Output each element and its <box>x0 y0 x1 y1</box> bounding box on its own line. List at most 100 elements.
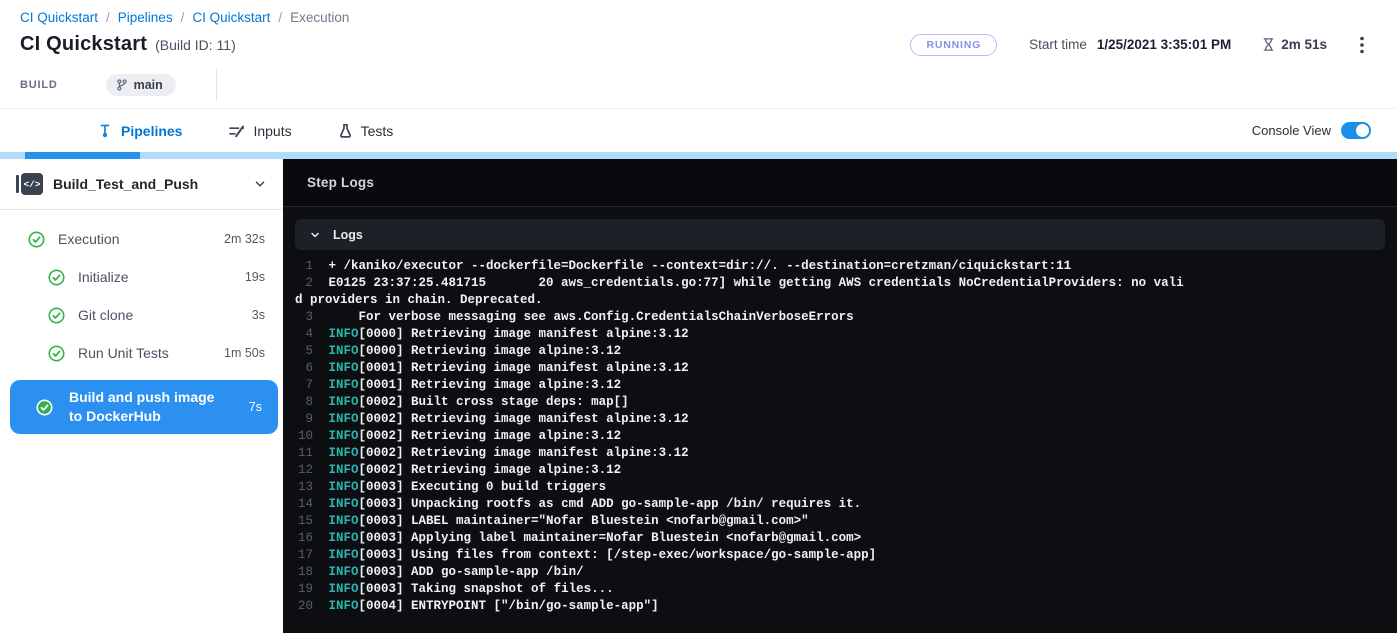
log-text: [0003] Unpacking rootfs as cmd ADD go-sa… <box>359 497 862 511</box>
success-check-icon <box>28 231 45 248</box>
log-line-number: 6 <box>295 360 313 377</box>
step-duration: 19s <box>245 270 283 284</box>
log-line-number: 12 <box>295 462 313 479</box>
log-line: 7 INFO[0001] Retrieving image alpine:3.1… <box>295 377 1385 394</box>
log-text: [0002] Built cross stage deps: map[] <box>359 395 629 409</box>
log-level-info: INFO <box>329 361 359 375</box>
stage-name: Build_Test_and_Push <box>53 176 198 192</box>
breadcrumb-execution: Execution <box>290 10 349 25</box>
build-label: BUILD <box>20 79 58 91</box>
log-line-number: 19 <box>295 581 313 598</box>
success-check-icon <box>48 269 65 286</box>
elapsed-duration: 2m 51s <box>1281 37 1327 52</box>
log-line-number: 20 <box>295 598 313 615</box>
console-log: 1 + /kaniko/executor --dockerfile=Docker… <box>295 258 1385 615</box>
duration-wrap: 2m 51s <box>1261 37 1327 52</box>
step-logs-title: Step Logs <box>307 175 374 190</box>
step-label: Build and push image to DockerHub <box>69 388 227 426</box>
log-text: [0003] Taking snapshot of files... <box>359 582 614 596</box>
log-level-info: INFO <box>329 344 359 358</box>
log-text: [0001] Retrieving image alpine:3.12 <box>359 378 622 392</box>
kebab-menu-icon[interactable] <box>1351 34 1373 56</box>
tab-tests[interactable]: Tests <box>338 123 394 139</box>
title-row: CI Quickstart (Build ID: 11) RUNNING Sta… <box>20 33 1377 56</box>
step-label: Git clone <box>78 307 133 323</box>
log-level-info: INFO <box>329 429 359 443</box>
tab-inputs[interactable]: Inputs <box>228 123 291 139</box>
log-text: [0002] Retrieving image manifest alpine:… <box>359 446 689 460</box>
logs-section-toggle[interactable]: Logs <box>295 219 1385 250</box>
log-line-number: 15 <box>295 513 313 530</box>
log-level-info: INFO <box>329 548 359 562</box>
hourglass-icon <box>1261 37 1276 52</box>
breadcrumb-separator: / <box>106 10 110 25</box>
log-line: 9 INFO[0002] Retrieving image manifest a… <box>295 411 1385 428</box>
inputs-edit-icon <box>228 123 245 139</box>
log-text: [0002] Retrieving image manifest alpine:… <box>359 412 689 426</box>
log-level-info: INFO <box>329 395 359 409</box>
stage-header[interactable]: </> Build_Test_and_Push <box>0 159 283 209</box>
console-view-toggle[interactable] <box>1341 122 1371 139</box>
breadcrumb-pipelines[interactable]: Pipelines <box>118 10 173 25</box>
tab-pipelines[interactable]: Pipelines <box>97 123 182 139</box>
step-git-clone[interactable]: Git clone3s <box>0 296 283 334</box>
breadcrumb: CI Quickstart/Pipelines/CI Quickstart/Ex… <box>20 10 1377 25</box>
log-line: 4 INFO[0000] Retrieving image manifest a… <box>295 326 1385 343</box>
step-logs-header: Step Logs <box>283 159 1397 207</box>
step-run-unit-tests[interactable]: Run Unit Tests1m 50s <box>0 334 283 372</box>
main-content: </> Build_Test_and_Push Execution2m 32sI… <box>0 159 1397 633</box>
log-line-number: 2 <box>295 275 313 292</box>
success-check-icon <box>48 345 65 362</box>
step-label: Execution <box>58 231 119 247</box>
log-line: 15 INFO[0003] LABEL maintainer="Nofar Bl… <box>295 513 1385 530</box>
log-line-number: 5 <box>295 343 313 360</box>
stage-code-icon: </> <box>16 173 43 195</box>
build-row: BUILD main <box>20 70 1377 100</box>
log-line: 13 INFO[0003] Executing 0 build triggers <box>295 479 1385 496</box>
breadcrumb-separator: / <box>181 10 185 25</box>
console-view-control: Console View <box>1252 122 1397 139</box>
page-title: CI Quickstart <box>20 33 147 56</box>
step-label: Initialize <box>78 269 129 285</box>
log-line: 18 INFO[0003] ADD go-sample-app /bin/ <box>295 564 1385 581</box>
log-line: 11 INFO[0002] Retrieving image manifest … <box>295 445 1385 462</box>
log-text: [0003] Using files from context: [/step-… <box>359 548 877 562</box>
step-build-and-push-image-to-dockerhub[interactable]: Build and push image to DockerHub 7s <box>10 380 278 434</box>
step-duration: 7s <box>249 400 278 414</box>
log-level-info: INFO <box>329 497 359 511</box>
log-level-info: INFO <box>329 446 359 460</box>
tab-bar: Pipelines Inputs Tests Console View <box>0 108 1397 152</box>
build-id-label: (Build ID: 11) <box>155 37 236 53</box>
git-branch-icon <box>115 78 129 92</box>
pipeline-icon <box>97 123 113 139</box>
branch-name: main <box>134 78 163 92</box>
step-execution[interactable]: Execution2m 32s <box>0 220 283 258</box>
breadcrumb-ci-quickstart[interactable]: CI Quickstart <box>192 10 270 25</box>
log-text: [0001] Retrieving image manifest alpine:… <box>359 361 689 375</box>
log-text: [0000] Retrieving image manifest alpine:… <box>359 327 689 341</box>
log-line: 8 INFO[0002] Built cross stage deps: map… <box>295 394 1385 411</box>
log-body: Logs 1 + /kaniko/executor --dockerfile=D… <box>283 207 1397 627</box>
success-check-icon <box>36 399 53 416</box>
log-level-info: INFO <box>329 599 359 613</box>
log-level-info: INFO <box>329 531 359 545</box>
tab-label: Tests <box>361 123 394 139</box>
branch-chip[interactable]: main <box>106 74 176 96</box>
log-line: 3 For verbose messaging see aws.Config.C… <box>295 309 1385 326</box>
log-level-info: INFO <box>329 378 359 392</box>
log-line: 16 INFO[0003] Applying label maintainer=… <box>295 530 1385 547</box>
log-level-info: INFO <box>329 412 359 426</box>
log-level-info: INFO <box>329 514 359 528</box>
breadcrumb-ci-quickstart[interactable]: CI Quickstart <box>20 10 98 25</box>
log-line-number: 13 <box>295 479 313 496</box>
flask-icon <box>338 123 353 139</box>
log-line: 12 INFO[0002] Retrieving image alpine:3.… <box>295 462 1385 479</box>
status-badge: RUNNING <box>910 34 997 56</box>
chevron-down-icon[interactable] <box>253 177 267 191</box>
step-initialize[interactable]: Initialize 19s <box>0 258 283 296</box>
log-text: E0125 23:37:25.481715 20 aws_credentials… <box>295 276 1184 307</box>
log-level-info: INFO <box>329 565 359 579</box>
log-line-number: 4 <box>295 326 313 343</box>
start-time-value: 1/25/2021 3:35:01 PM <box>1097 37 1231 52</box>
log-text: [0000] Retrieving image alpine:3.12 <box>359 344 622 358</box>
